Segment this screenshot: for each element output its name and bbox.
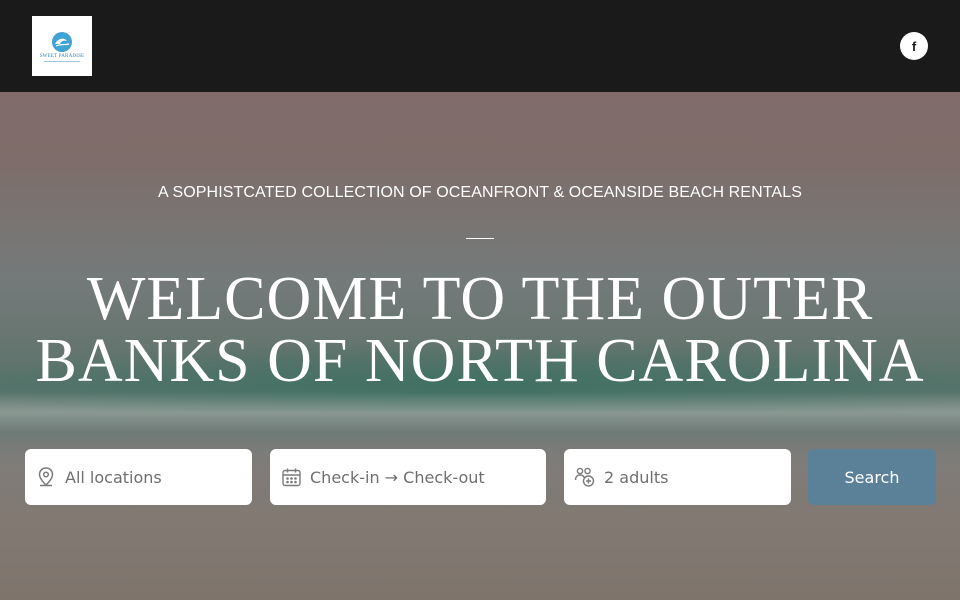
site-logo[interactable]: SWEET PARADISE [32,16,92,76]
logo-text: SWEET PARADISE [39,53,85,59]
top-navigation-bar: SWEET PARADISE f [0,0,960,92]
guests-label: 2 adults [604,467,669,487]
hero-tagline: A SOPHISTCATED COLLECTION OF OCEANFRONT … [158,184,802,201]
hero-divider [466,238,494,239]
logo-wave-icon [52,31,72,52]
add-guests-icon [574,466,596,488]
calendar-icon [280,466,302,488]
headline-line-2: BANKS OF NORTH CAROLINA [35,327,925,395]
search-button[interactable]: Search [808,449,936,505]
guests-field[interactable]: 2 adults [564,449,791,505]
logo-subline [44,60,80,62]
date-range-field[interactable]: Check-in → Check-out [270,449,546,505]
hero-section: A SOPHISTCATED COLLECTION OF OCEANFRONT … [0,92,960,600]
location-pin-icon [35,466,57,488]
location-field-label: All locations [65,467,162,487]
date-range-label: Check-in → Check-out [310,467,485,487]
location-field[interactable]: All locations [25,449,252,505]
headline-line-1: WELCOME TO THE OUTER [86,265,874,333]
hero-headline: WELCOME TO THE OUTER BANKS OF NORTH CARO… [0,268,960,392]
facebook-icon[interactable]: f [900,32,928,60]
